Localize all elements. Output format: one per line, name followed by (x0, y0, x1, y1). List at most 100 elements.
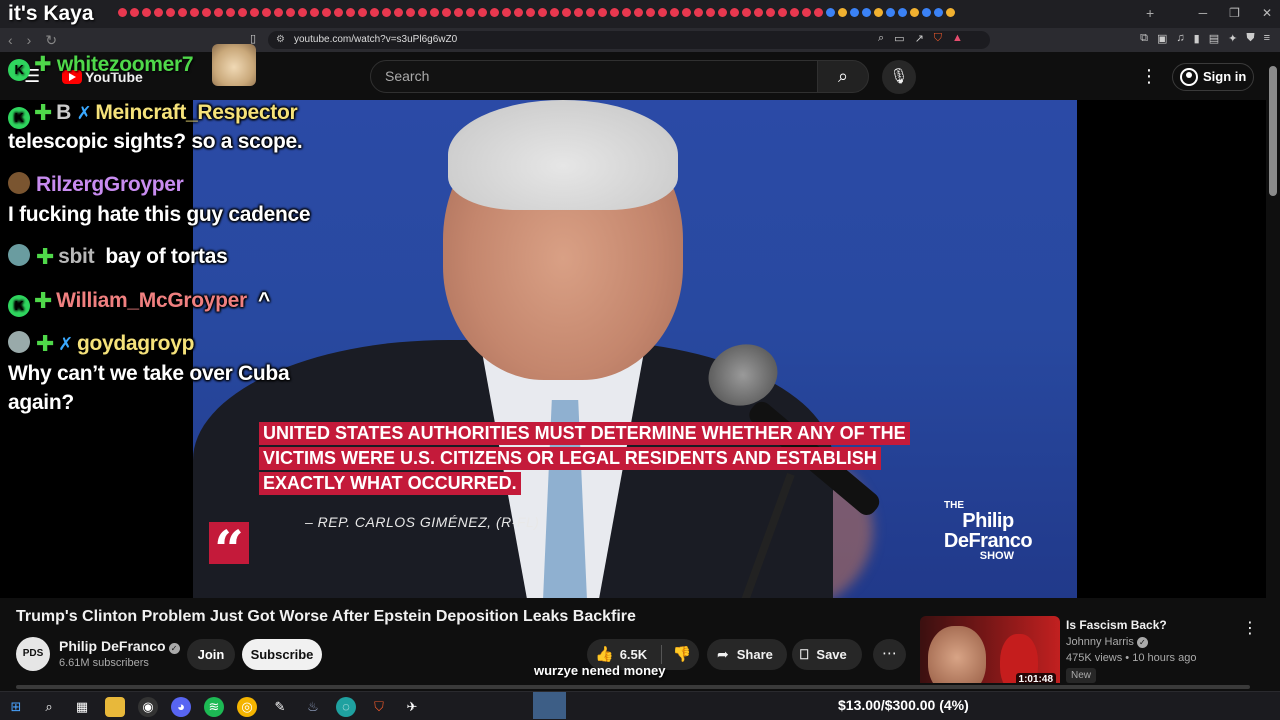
bookmark-icon[interactable]: ▯ (250, 32, 256, 45)
tab-favicon[interactable] (418, 8, 427, 17)
tab-favicon[interactable] (358, 8, 367, 17)
leo-icon[interactable]: ✦ (1228, 32, 1237, 45)
tab-favicon[interactable] (634, 8, 643, 17)
tab-favicon[interactable] (586, 8, 595, 17)
tab-favicon[interactable] (274, 8, 283, 17)
tab-favicon[interactable] (322, 8, 331, 17)
tab-favicon[interactable] (442, 8, 451, 17)
close-icon[interactable]: ✕ (1262, 6, 1272, 20)
tab-favicon[interactable] (382, 8, 391, 17)
recommended-channel[interactable]: Johnny Harris ✓ (1066, 636, 1148, 648)
restore-icon[interactable]: ❐ (1229, 6, 1240, 20)
tab-favicon[interactable] (502, 8, 511, 17)
tab-icons[interactable] (118, 8, 955, 17)
tab-favicon[interactable] (394, 8, 403, 17)
file-explorer-icon[interactable] (105, 697, 125, 717)
brave-shield-icon[interactable]: ⛉ (934, 32, 942, 45)
tab-favicon[interactable] (574, 8, 583, 17)
tab-favicon[interactable] (682, 8, 691, 17)
tab-favicon[interactable] (406, 8, 415, 17)
extensions-icon[interactable]: ⧉ (1140, 32, 1148, 45)
tab-favicon[interactable] (802, 8, 811, 17)
music-icon[interactable]: ♫ (1176, 32, 1184, 45)
scrollbar-thumb[interactable] (1269, 66, 1277, 196)
tab-favicon[interactable] (118, 8, 127, 17)
recommended-thumbnail[interactable]: 1:01:48 (920, 616, 1060, 690)
sidebar-icon[interactable]: ▮ (1194, 32, 1200, 45)
subscribe-button[interactable]: Subscribe (242, 639, 322, 670)
tab-favicon[interactable] (490, 8, 499, 17)
tab-favicon[interactable] (298, 8, 307, 17)
tab-favicon[interactable] (262, 8, 271, 17)
tab-favicon[interactable] (742, 8, 751, 17)
tab-favicon[interactable] (838, 8, 847, 17)
share-button[interactable]: ➦ Share (707, 639, 787, 670)
forward-icon[interactable]: › (27, 32, 32, 49)
search-input[interactable]: Search (370, 60, 818, 93)
tab-favicon[interactable] (154, 8, 163, 17)
tab-favicon[interactable] (346, 8, 355, 17)
steam-icon[interactable]: ♨ (303, 697, 323, 717)
new-tab-button[interactable]: + (1146, 5, 1154, 21)
tab-favicon[interactable] (826, 8, 835, 17)
cast-icon[interactable]: ▭ (894, 32, 904, 45)
tab-favicon[interactable] (934, 8, 943, 17)
signin-button[interactable]: Sign in (1172, 63, 1254, 91)
tab-favicon[interactable] (286, 8, 295, 17)
tab-favicon[interactable] (178, 8, 187, 17)
tab-favicon[interactable] (886, 8, 895, 17)
more-actions-button[interactable]: ⋯ (873, 639, 906, 670)
edge-icon[interactable]: ◌ (336, 697, 356, 717)
tab-favicon[interactable] (778, 8, 787, 17)
tab-favicon[interactable] (550, 8, 559, 17)
tab-favicon[interactable] (898, 8, 907, 17)
tab-favicon[interactable] (466, 8, 475, 17)
channel-avatar[interactable]: PDS (16, 637, 50, 671)
taskbar-active-app[interactable] (533, 692, 566, 719)
tab-favicon[interactable] (862, 8, 871, 17)
reload-icon[interactable]: ↻ (45, 32, 57, 49)
share-page-icon[interactable]: ↗ (915, 32, 924, 45)
settings-kebab-icon[interactable]: ⋮ (1140, 66, 1158, 87)
discord-icon[interactable]: ◕ (171, 697, 191, 717)
tab-favicon[interactable] (526, 8, 535, 17)
tab-favicon[interactable] (706, 8, 715, 17)
dislike-button[interactable]: 👎 (667, 639, 697, 670)
vpn-icon[interactable]: ⛊ (1246, 32, 1254, 45)
voice-search-button[interactable]: 🎙 (882, 60, 916, 94)
windows-start-icon[interactable]: ⊞ (6, 697, 26, 717)
tab-favicon[interactable] (478, 8, 487, 17)
tab-favicon[interactable] (670, 8, 679, 17)
wallet-icon[interactable]: ▤ (1209, 32, 1219, 45)
video-player[interactable]: “ UNITED STATES AUTHORITIES MUST DETERMI… (0, 100, 1266, 598)
tab-favicon[interactable] (538, 8, 547, 17)
tab-favicon[interactable] (658, 8, 667, 17)
recommended-menu-icon[interactable]: ⋮ (1242, 618, 1258, 638)
tab-favicon[interactable] (562, 8, 571, 17)
tab-favicon[interactable] (454, 8, 463, 17)
tab-favicon[interactable] (202, 8, 211, 17)
tab-favicon[interactable] (646, 8, 655, 17)
tab-favicon[interactable] (226, 8, 235, 17)
chrome-icon[interactable]: ◎ (237, 697, 257, 717)
tab-favicon[interactable] (730, 8, 739, 17)
tab-favicon[interactable] (850, 8, 859, 17)
zoom-icon[interactable]: ⌕ (878, 32, 884, 45)
search-taskbar-icon[interactable]: ⌕ (39, 697, 59, 717)
tab-favicon[interactable] (814, 8, 823, 17)
tab-favicon[interactable] (190, 8, 199, 17)
tab-favicon[interactable] (946, 8, 955, 17)
save-button[interactable]: ⎕ Save (792, 639, 862, 670)
tab-favicon[interactable] (790, 8, 799, 17)
tab-favicon[interactable] (910, 8, 919, 17)
tab-favicon[interactable] (694, 8, 703, 17)
tab-favicon[interactable] (874, 8, 883, 17)
back-icon[interactable]: ‹ (8, 32, 13, 49)
tab-favicon[interactable] (334, 8, 343, 17)
tab-favicon[interactable] (250, 8, 259, 17)
join-button[interactable]: Join (187, 639, 235, 670)
channel-name[interactable]: Philip DeFranco ✓ (59, 638, 180, 654)
horizontal-scroll-thumb[interactable] (16, 685, 1250, 689)
spotify-icon[interactable]: ≋ (204, 697, 224, 717)
tab-favicon[interactable] (130, 8, 139, 17)
